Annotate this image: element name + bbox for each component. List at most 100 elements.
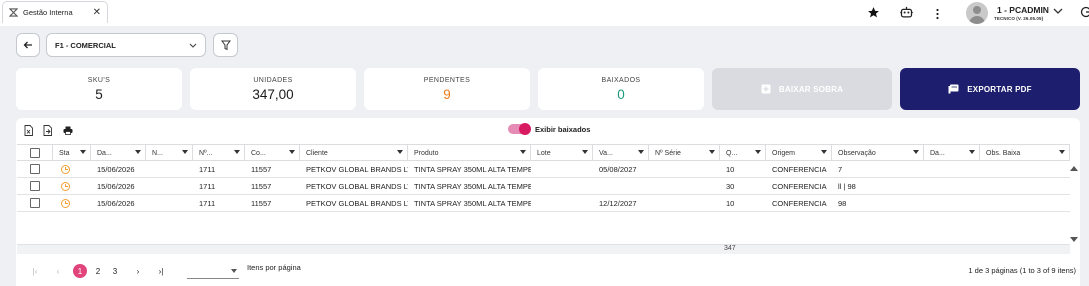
cell-product: TINTA SPRAY 350ML ALTA TEMPERATURA: [414, 164, 531, 174]
col-header-produto[interactable]: Produto: [408, 145, 531, 161]
stat-card-pendentes: PENDENTES 9: [364, 68, 530, 110]
pdf-icon: [948, 84, 959, 94]
first-page-button[interactable]: |‹: [28, 264, 42, 278]
sort-caret-icon: [135, 150, 141, 154]
col-header-codigo[interactable]: Co...: [245, 145, 300, 161]
col-header-numero[interactable]: Nº...: [193, 145, 245, 161]
close-icon[interactable]: ✕: [93, 7, 101, 18]
col-header-obs-baixa[interactable]: Obs. Baixa: [980, 145, 1070, 161]
cell-code: 11557: [251, 164, 272, 174]
back-button[interactable]: [16, 33, 40, 57]
stat-card-unidades: UNIDADES 347,00: [190, 68, 356, 110]
page-info: 1 de 3 páginas (1 to 3 of 9 itens): [968, 266, 1076, 275]
export-pdf-button[interactable]: EXPORTAR PDF: [900, 68, 1080, 110]
scroll-up-icon[interactable]: [1070, 166, 1078, 171]
filter-button[interactable]: [213, 33, 238, 57]
app-logo-icon: [9, 8, 18, 17]
prev-page-button[interactable]: ‹: [51, 264, 65, 278]
sum-quantity: 347: [724, 245, 736, 252]
table-row[interactable]: 15/06/2026 1711 11557 PETKOV GLOBAL BRAN…: [17, 195, 1070, 212]
chevron-down-icon: [189, 43, 197, 48]
row-checkbox[interactable]: [30, 198, 40, 208]
cell-obs: 7: [838, 164, 843, 174]
chevron-down-icon[interactable]: [1053, 8, 1063, 15]
cell-validade: [593, 178, 649, 194]
page-2-button[interactable]: 2: [91, 264, 105, 278]
last-page-button[interactable]: ›|: [154, 264, 168, 278]
cell-qty: 10: [726, 164, 735, 174]
stat-card-skus: SKU'S 5: [16, 68, 182, 110]
col-header-origem[interactable]: Origem: [766, 145, 832, 161]
export-excel-icon[interactable]: [24, 125, 33, 136]
stat-label: UNIDADES: [253, 77, 293, 84]
sort-caret-icon: [709, 150, 715, 154]
col-header-serie[interactable]: Nº Série: [649, 145, 720, 161]
col-header-data-baixa[interactable]: Da...: [924, 145, 980, 161]
col-header-observacao[interactable]: Observação: [832, 145, 924, 161]
cell-product: TINTA SPRAY 350ML ALTA TEMPERATURA: [414, 198, 531, 208]
col-header-n[interactable]: N...: [146, 145, 193, 161]
export-file-icon[interactable]: [43, 125, 52, 136]
col-header-data[interactable]: Da...: [91, 145, 146, 161]
select-all-checkbox[interactable]: [29, 148, 40, 158]
baixar-sobra-button[interactable]: BAIXAR SOBRA: [712, 68, 892, 110]
col-header-quantidade[interactable]: Q...: [720, 145, 766, 161]
clock-icon: [61, 198, 70, 208]
avatar[interactable]: [966, 2, 988, 24]
cell-date: 15/06/2026: [97, 198, 135, 208]
cell-num: 1711: [199, 164, 216, 174]
page-1-button[interactable]: 1: [73, 264, 87, 278]
cell-obs: 98: [838, 198, 847, 208]
sort-caret-icon: [913, 150, 919, 154]
col-header-validade[interactable]: Va...: [593, 145, 649, 161]
print-icon[interactable]: [63, 126, 73, 135]
table-row[interactable]: 15/06/2026 1711 11557 PETKOV GLOBAL BRAN…: [17, 178, 1070, 195]
star-icon[interactable]: [867, 6, 880, 19]
user-name[interactable]: 1 - PCADMIN: [997, 5, 1049, 15]
filial-select[interactable]: F1 - COMERCIAL: [46, 33, 206, 57]
logout-icon[interactable]: [1080, 6, 1089, 18]
stat-label: SKU'S: [87, 77, 111, 84]
col-header-lote[interactable]: Lote: [531, 145, 593, 161]
cell-origem: CONFERENCIA: [772, 198, 827, 208]
cell-num: 1711: [199, 198, 216, 208]
add-box-icon: [761, 84, 771, 94]
status-cell: [53, 161, 91, 177]
sort-caret-icon: [582, 150, 588, 154]
row-checkbox-cell: [17, 195, 53, 211]
table-row[interactable]: 15/06/2026 1711 11557 PETKOV GLOBAL BRAN…: [17, 161, 1070, 178]
scroll-down-icon[interactable]: [1070, 237, 1078, 242]
cell-date: 15/06/2026: [97, 181, 135, 191]
tab-gestao-interna[interactable]: Gestão Interna ✕: [2, 1, 108, 23]
top-bar: Gestão Interna ✕ 1 - PCADMIN TECNICO (V.…: [0, 0, 1089, 26]
robot-icon[interactable]: [899, 5, 914, 20]
sort-caret-icon: [1059, 150, 1065, 154]
show-baixados-toggle[interactable]: [508, 123, 531, 135]
summary-row: [17, 244, 1070, 254]
per-page-select[interactable]: [187, 264, 239, 279]
sort-caret-icon: [182, 150, 188, 154]
sort-caret-icon: [821, 150, 827, 154]
page-3-button[interactable]: 3: [108, 264, 122, 278]
next-page-button[interactable]: ›: [131, 264, 145, 278]
stat-value: 347,00: [252, 87, 294, 102]
clock-icon: [61, 181, 70, 191]
baixar-sobra-label: BAIXAR SOBRA: [778, 84, 844, 94]
cell-code: 11557: [251, 198, 272, 208]
stat-card-baixados: BAIXADOS 0: [538, 68, 704, 110]
stat-value: 0: [617, 87, 625, 102]
table-header: Sta Da... N... Nº... Co... Cliente Produ…: [17, 144, 1070, 161]
row-checkbox[interactable]: [30, 164, 40, 174]
col-header-cliente[interactable]: Cliente: [300, 145, 408, 161]
row-checkbox[interactable]: [30, 181, 40, 191]
status-cell: [53, 178, 91, 194]
clock-icon: [61, 164, 70, 174]
cell-qty: 30: [726, 181, 735, 191]
cell-num: 1711: [199, 181, 216, 191]
sort-caret-icon: [969, 150, 975, 154]
col-header-status[interactable]: Sta: [53, 145, 91, 161]
cell-origem: CONFERENCIA: [772, 164, 827, 174]
more-vertical-icon[interactable]: [935, 8, 940, 20]
select-all-cell: [17, 145, 53, 161]
user-role: TECNICO (V. 26.05.05): [994, 16, 1044, 21]
